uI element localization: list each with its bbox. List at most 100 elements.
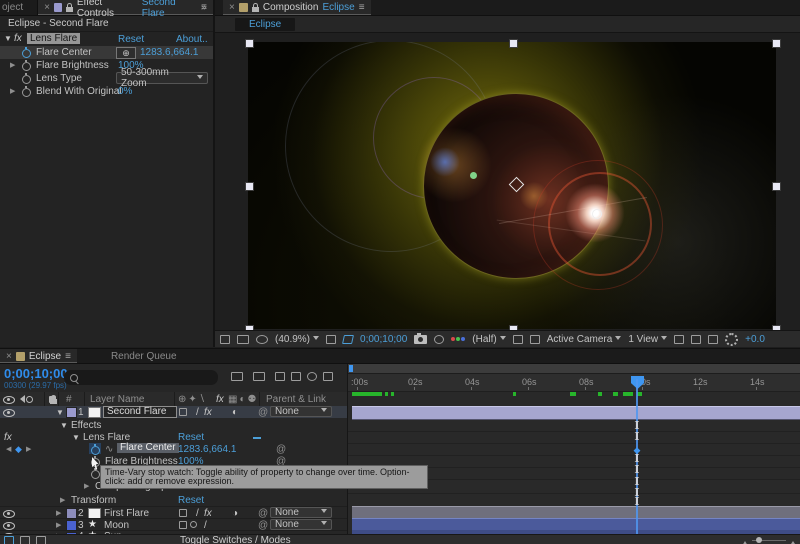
twirl-right-icon[interactable]: ▶ xyxy=(60,496,65,504)
search-input[interactable] xyxy=(64,370,218,385)
twirl-right-icon[interactable]: ▶ xyxy=(56,521,61,529)
overflow-icon[interactable]: » xyxy=(201,2,207,13)
fx-switch-icon[interactable]: fx xyxy=(204,407,212,418)
zoom-out-mountain-icon[interactable] xyxy=(742,538,748,544)
frame-blending-icon[interactable] xyxy=(291,372,301,381)
selection-handle[interactable] xyxy=(772,182,781,191)
property-name-chip[interactable]: Flare Center xyxy=(117,443,179,453)
parent-dropdown[interactable]: None xyxy=(270,507,332,518)
parent-link-column-header[interactable]: Parent & Link xyxy=(266,394,326,405)
exposure-value[interactable]: +0.0 xyxy=(745,334,765,345)
layer-bar-second-flare[interactable] xyxy=(352,406,800,420)
time-ruler[interactable]: :00s 02s 04s 06s 08s 10s 12s 14s xyxy=(348,374,800,392)
flare-center-property-row[interactable]: ◀ ◆ ▶ ∿ Flare Center 1283.6,664.1 @ xyxy=(0,443,347,455)
property-value[interactable]: 1283.6,664.1 xyxy=(178,444,236,455)
stopwatch-icon[interactable] xyxy=(22,62,31,71)
property-value[interactable]: 0% xyxy=(118,86,132,97)
toggle-switches-modes-button[interactable]: Toggle Switches / Modes xyxy=(180,535,291,544)
panel-menu-icon[interactable]: ≡ xyxy=(359,2,365,13)
switches-column-icons-2[interactable]: ▦◐⚉ xyxy=(228,394,258,405)
twirl-down-icon[interactable]: ▼ xyxy=(72,433,80,442)
stopwatch-icon[interactable] xyxy=(91,470,100,479)
expand-inout-pane-icon[interactable] xyxy=(36,536,46,544)
label-color-swatch[interactable] xyxy=(66,407,77,418)
comp-timecode[interactable]: 0;00;10;00 xyxy=(360,334,407,345)
stopwatch-icon[interactable] xyxy=(22,88,31,97)
reset-link[interactable]: Reset xyxy=(178,495,204,506)
next-keyframe-icon[interactable]: ▶ xyxy=(26,445,31,453)
selection-handle[interactable] xyxy=(509,39,518,48)
switches-column-icons[interactable]: ⊕✦∖ xyxy=(178,394,207,405)
project-tab-partial[interactable]: oject xyxy=(0,2,31,13)
reset-link[interactable]: Reset xyxy=(178,432,204,443)
3d-view-dropdown[interactable]: Active Camera xyxy=(547,334,622,345)
timeline-button-icon[interactable] xyxy=(691,335,701,344)
twirl-down-icon[interactable]: ▼ xyxy=(4,34,12,43)
close-icon[interactable]: × xyxy=(229,2,235,13)
pixel-aspect-icon[interactable] xyxy=(530,335,540,344)
stopwatch-icon[interactable] xyxy=(22,49,31,58)
effect-name-chip[interactable]: Lens Flare xyxy=(27,33,80,44)
fx-icon[interactable]: fx xyxy=(14,33,22,44)
transparency-grid-icon[interactable] xyxy=(342,335,354,344)
work-area-strip[interactable] xyxy=(348,364,800,374)
video-column-eye-icon[interactable] xyxy=(3,396,15,404)
shy-switch-icon[interactable] xyxy=(179,509,187,517)
close-icon[interactable]: × xyxy=(44,2,50,13)
transform-group-row[interactable]: ▶ Transform Reset xyxy=(0,493,347,506)
layer-name-column-header[interactable]: Layer Name xyxy=(90,394,144,405)
effect-controls-tab[interactable]: × Effect Controls Second Flare ≡ xyxy=(38,0,213,15)
parent-dropdown[interactable]: None xyxy=(270,406,332,417)
exposure-gear-icon[interactable] xyxy=(725,333,738,346)
twirl-right-icon[interactable]: ▶ xyxy=(10,87,15,95)
shy-switch-icon[interactable] xyxy=(179,408,187,416)
show-snapshot-icon[interactable] xyxy=(434,335,444,344)
effects-group-row[interactable]: ▼ Effects xyxy=(0,419,347,431)
eye-icon[interactable] xyxy=(3,522,15,530)
index-column-header[interactable]: # xyxy=(66,394,72,405)
selection-handle[interactable] xyxy=(245,182,254,191)
snapshot-camera-icon[interactable] xyxy=(414,335,427,344)
pickwhip-icon[interactable]: @ xyxy=(258,407,268,418)
flare-center-effect-point[interactable] xyxy=(592,209,602,219)
work-area-start-handle[interactable] xyxy=(349,365,353,372)
motion-blur-icon[interactable] xyxy=(307,372,317,381)
shy-switch-icon[interactable] xyxy=(179,521,187,529)
label-column-icon[interactable] xyxy=(49,396,56,403)
stopwatch-icon[interactable] xyxy=(22,75,31,84)
comp-viewer[interactable] xyxy=(215,32,800,331)
layer-row-second-flare[interactable]: ▼ 1 Second Flare / fx ◐ @ None xyxy=(0,406,347,418)
adjustment-switch-icon[interactable]: ◐ xyxy=(232,407,238,418)
reset-link[interactable]: Reset xyxy=(118,34,144,45)
stopwatch-icon[interactable] xyxy=(91,446,100,455)
current-timecode[interactable]: 0;00;10;00 xyxy=(4,366,68,381)
twirl-right-icon[interactable]: ▶ xyxy=(84,482,89,490)
target-region-icon[interactable] xyxy=(513,335,523,344)
quality-switch-icon[interactable]: / xyxy=(196,407,199,418)
comp-breadcrumb-chip[interactable]: Eclipse xyxy=(235,18,295,31)
twirl-down-icon[interactable]: ▼ xyxy=(60,421,68,430)
layer-name-editbox[interactable]: Second Flare xyxy=(103,406,177,418)
hide-shy-layers-icon[interactable] xyxy=(275,372,285,381)
draft-3d-icon[interactable] xyxy=(253,372,265,381)
prev-keyframe-icon[interactable]: ◀ xyxy=(6,445,11,453)
parent-dropdown[interactable]: None xyxy=(270,519,332,530)
twirl-down-icon[interactable]: ▼ xyxy=(56,408,64,417)
timeline-track-area[interactable]: :00s 02s 04s 06s 08s 10s 12s 14s xyxy=(348,364,800,534)
lens-type-dropdown[interactable]: 50-300mm Zoom xyxy=(116,72,208,84)
twirl-right-icon[interactable]: ▶ xyxy=(10,61,15,69)
property-value[interactable]: 1283.6,664.1 xyxy=(140,47,198,58)
view-layout-dropdown[interactable]: 1 View xyxy=(628,334,667,345)
expression-pickwhip-icon[interactable]: @ xyxy=(276,444,286,455)
blur-switch-icon[interactable] xyxy=(190,521,197,528)
lock-icon[interactable] xyxy=(252,7,259,12)
fast-previews-icon[interactable] xyxy=(674,335,684,344)
magnification-dropdown[interactable]: (40.9%) xyxy=(275,334,319,345)
resolution-dropdown[interactable]: (Half) xyxy=(472,334,505,345)
comp-mini-flowchart-icon[interactable] xyxy=(231,372,243,381)
fx-column-icon[interactable]: fx xyxy=(216,394,224,405)
close-icon[interactable]: × xyxy=(6,351,12,362)
composition-tab[interactable]: × Composition Eclipse ≡ xyxy=(223,0,371,15)
graph-editor-icon[interactable] xyxy=(323,372,333,381)
value-graph-icon[interactable]: ∿ xyxy=(105,444,113,455)
